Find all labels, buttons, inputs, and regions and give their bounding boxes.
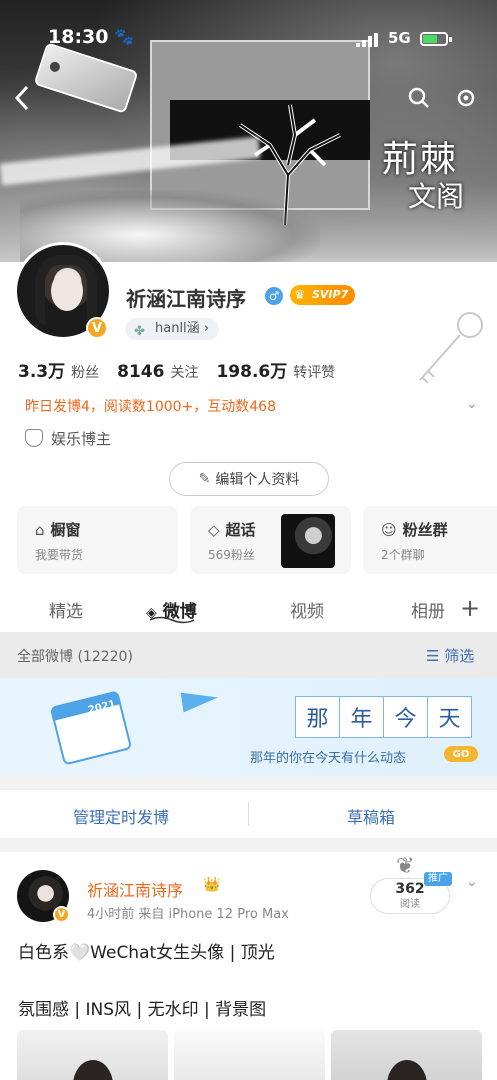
divider xyxy=(248,802,249,826)
search-icon xyxy=(408,87,429,108)
paper-plane-icon xyxy=(180,687,220,713)
stat-interactions[interactable]: 198.6万 转评赞 xyxy=(216,357,335,382)
all-posts-count: 全部微博 (12220) xyxy=(17,649,133,665)
butterfly-icon: ❦ xyxy=(396,854,415,879)
post-image[interactable] xyxy=(174,1030,325,1080)
calendar-icon xyxy=(49,690,133,766)
tab-underline-decoration xyxy=(149,616,195,624)
filter-bar: 全部微博 (12220) ☰ 筛选 xyxy=(0,632,497,678)
post-image[interactable] xyxy=(331,1030,482,1080)
profile-tagline: 娱乐博主 xyxy=(25,428,111,449)
cover-title-big: 荊棘 xyxy=(382,139,459,180)
post-card[interactable]: V 祈涵江南诗序 👑 4小时前 来自 iPhone 12 Pro Max ❦ 3… xyxy=(0,852,497,1080)
tab-featured[interactable]: 精选 xyxy=(49,597,83,622)
signal-icon xyxy=(356,33,378,47)
stat-fans[interactable]: 3.3万 粉丝 xyxy=(18,357,99,382)
svip-badge[interactable]: ♛ SVIP7 xyxy=(290,285,356,305)
promote-badge[interactable]: 推广 xyxy=(424,872,452,886)
profile-nickname: 祈涵江南诗序 xyxy=(126,287,246,311)
go-button[interactable]: GO xyxy=(444,746,478,762)
chevron-down-icon[interactable]: ⌄ xyxy=(466,396,478,412)
pencil-icon: ✎ xyxy=(198,471,211,487)
card-shop-window[interactable]: ⌂ 橱窗 我要带货 xyxy=(17,506,178,574)
chevron-down-icon[interactable]: ⌄ xyxy=(466,874,478,890)
post-text-line: 白色系🤍WeChat女生头像 | 顶光 xyxy=(18,943,275,963)
post-author[interactable]: 祈涵江南诗序 xyxy=(87,877,183,901)
diamond-icon: ◇ xyxy=(208,521,220,539)
post-text-line: 氛围感 | INS风 | 无水印 | 背景图 xyxy=(18,1000,267,1020)
profile-stats: 3.3万 粉丝 8146 关注 198.6万 转评赞 xyxy=(18,357,335,382)
post-images xyxy=(17,1030,482,1080)
post-image[interactable] xyxy=(17,1030,168,1080)
filter-icon: ☰ xyxy=(426,647,445,665)
battery-icon xyxy=(420,32,452,46)
network-type: 5G xyxy=(388,29,411,47)
scheduled-posts-button[interactable]: 管理定时发博 xyxy=(73,804,169,828)
profile-handle[interactable]: ✤ hanll涵 › xyxy=(125,318,220,340)
drafts-button[interactable]: 草稿箱 xyxy=(347,804,395,828)
super-topic-thumbnail xyxy=(281,514,335,568)
status-time: 18:30 xyxy=(48,26,109,48)
card-fan-group[interactable]: ☺ 粉丝群 2个群聊 xyxy=(363,506,497,574)
crown-icon: ♛ xyxy=(294,288,306,303)
gear-icon xyxy=(457,89,475,107)
status-bar: 18:30 🐾 5G xyxy=(0,0,497,48)
shield-icon xyxy=(25,429,43,447)
group-icon: ☺ xyxy=(381,521,397,539)
on-this-day-banner[interactable]: 2021 那 年 今 天 那年的你在今天有什么动态 GO xyxy=(0,678,497,776)
settings-button[interactable] xyxy=(452,84,480,112)
post-actions-bar: 管理定时发博 草稿箱 xyxy=(0,790,497,838)
tab-album[interactable]: 相册 xyxy=(411,597,445,622)
cover-title-art: 荊棘 文阁 xyxy=(382,140,492,240)
chevron-left-icon xyxy=(14,85,29,111)
banner-subtitle: 那年的你在今天有什么动态 xyxy=(250,751,407,766)
back-button[interactable] xyxy=(8,84,36,112)
tab-video[interactable]: 视频 xyxy=(290,597,324,622)
edit-profile-button[interactable]: ✎ 编辑个人资料 xyxy=(169,462,329,496)
post-meta: 4小时前 来自 iPhone 12 Pro Max xyxy=(87,907,289,922)
male-icon: ♂ xyxy=(265,287,283,305)
stat-following[interactable]: 8146 关注 xyxy=(117,362,198,382)
filter-button[interactable]: ☰ 筛选 xyxy=(426,645,474,666)
chevron-right-icon: › xyxy=(203,321,210,336)
plus-icon[interactable]: + xyxy=(460,594,480,622)
card-super-topic[interactable]: ◇ 超话 569粉丝 xyxy=(190,506,351,574)
search-button[interactable] xyxy=(405,84,433,112)
paw-icon: 🐾 xyxy=(114,27,134,46)
feature-cards: ⌂ 橱窗 我要带货 ◇ 超话 569粉丝 ☺ 粉丝群 2个群聊 xyxy=(17,506,497,574)
handle-text: hanll涵 xyxy=(155,321,200,336)
shop-icon: ⌂ xyxy=(35,521,45,539)
verified-badge-icon: V xyxy=(86,317,108,339)
verified-badge-icon: V xyxy=(53,906,70,923)
clover-icon: ✤ xyxy=(134,324,145,339)
daily-summary[interactable]: 昨日发博4，阅读数1000+，互动数468 xyxy=(25,396,276,416)
profile-tabs: 精选 ◈ 微博 视频 相册 xyxy=(0,588,497,632)
crown-icon: 👑 xyxy=(203,877,221,893)
banner-title: 那 年 今 天 xyxy=(295,696,472,738)
key-icon xyxy=(419,312,483,384)
cover-title-small: 文阁 xyxy=(408,180,465,213)
